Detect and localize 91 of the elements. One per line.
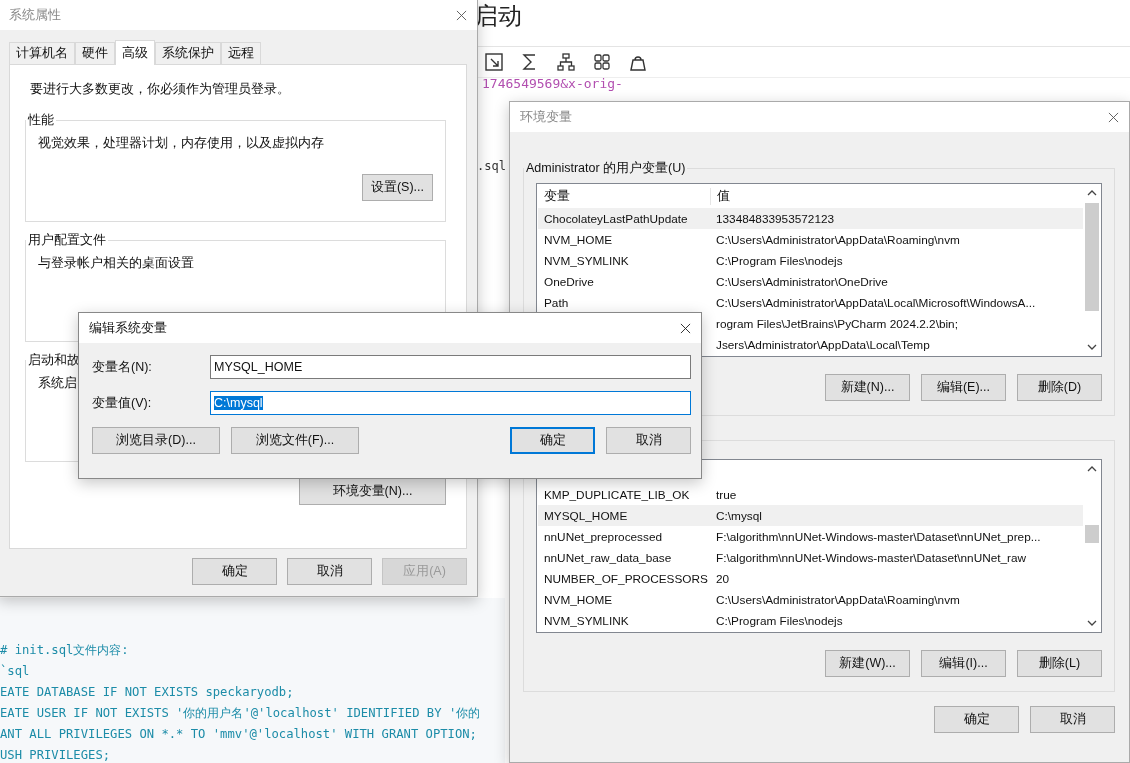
group-description: 视觉效果，处理器计划，内存使用，以及虚拟内存 [38,135,325,152]
dialog-button[interactable]: 确定 [934,706,1019,733]
table-row[interactable]: ChocolateyLastPathUpdate 133484833953572123 [538,208,1083,229]
field-label: 变量值(V): [92,394,153,412]
group-title: 用户配置文件 [27,232,107,249]
browse-button[interactable]: 浏览文件(F)... [231,427,359,454]
environment-variables-button[interactable]: 环境变量(N)... [299,478,446,505]
tab[interactable]: 高级 [115,40,155,65]
variable-name: NUMBER_OF_PROCESSORS [544,571,708,586]
window-title: 编辑系统变量 [89,319,167,337]
variable-name: MYSQL_HOME [544,508,628,523]
notice-text: 要进行大多数更改，你必须作为管理员登录。 [30,81,291,98]
variable-name: NVM_HOME [544,592,613,607]
variable-value: C:\Users\Administrator\OneDrive [716,274,888,289]
variable-name: Path [544,295,569,310]
group-description: 系统启 [38,375,78,392]
dialog-button[interactable]: 取消 [1030,706,1115,733]
variable-name: ChocolateyLastPathUpdate [544,211,688,226]
table-action-button[interactable]: 删除(L) [1017,650,1102,677]
variable-value: 133484833953572123 [716,211,835,226]
grid-icon[interactable] [592,52,612,72]
variable-value: C:\Program Files\nodejs [716,613,843,628]
table-row[interactable]: nnUNet_raw_data_base F:\algorithm\nnUNet-Windows-master\Dataset\nnUNet_raw [538,547,1083,568]
tab[interactable]: 系统保护 [155,42,221,64]
variable-name: KMP_DUPLICATE_LIB_OK [544,487,690,502]
close-icon[interactable] [456,9,467,21]
variable-name: nnUNet_preprocessed [544,529,663,544]
variable-name: NVM_SYMLINK [544,253,629,268]
input-field[interactable]: C:\mysql [210,391,691,415]
table-row[interactable]: MYSQL_HOME C:\mysql [538,505,1083,526]
table-row[interactable]: NVM_SYMLINK C:\Program Files\nodejs [538,610,1083,631]
variable-value: rogram Files\JetBrains\PyCharm 2024.2.2\bin; [716,316,958,331]
field-label: 变量名(N): [92,358,153,376]
expand-icon[interactable] [484,52,504,72]
table-action-button[interactable]: 新建(N)... [825,374,910,401]
dialog-button[interactable]: 确定 [510,427,595,454]
column-header[interactable]: 值 [711,187,730,205]
table-action-button[interactable]: 编辑(E)... [921,374,1006,401]
table-row[interactable]: KMP_DUPLICATE_LIB_OK true [538,484,1083,505]
code-line: USH PRIVILEGES; [0,747,111,763]
table-row[interactable]: NVM_HOME C:\Users\Administrator\AppData\Roaming\nvm [538,229,1083,250]
code-line: EATE DATABASE IF NOT EXISTS speckaryodb; [0,684,294,701]
variable-value: 20 [716,571,730,586]
table-action-button[interactable]: 编辑(I)... [921,650,1006,677]
table-row[interactable]: Path C:\Users\Administrator\AppData\Local\Microsoft\WindowsA... [538,292,1083,313]
close-icon[interactable] [680,322,691,334]
variable-value: C:\Program Files\nodejs [716,253,843,268]
column-header[interactable]: 变量 [538,187,711,205]
table-row[interactable]: nnUNet_preprocessed F:\algorithm\nnUNet-Windows-master\Dataset\nnUNet_prep... [538,526,1083,547]
group-title: Administrator 的用户变量(U) [525,160,687,177]
hierarchy-icon[interactable] [556,52,576,72]
window-title: 系统属性 [9,6,61,24]
variable-value: C:\mysql [716,508,762,523]
variable-name: NVM_HOME [544,232,613,247]
table-row[interactable]: OneDrive C:\Users\Administrator\OneDrive [538,271,1083,292]
group-description: 与登录帐户相关的桌面设置 [38,255,195,272]
tab[interactable]: 远程 [221,42,261,64]
variable-name: nnUNet_raw_data_base [544,550,672,565]
variable-value: C:\Users\Administrator\AppData\Roaming\nvm [716,592,960,607]
code-line: # init.sql文件内容: [0,642,129,659]
variable-value: Jsers\Administrator\AppData\Local\Temp [716,337,930,352]
window-title: 环境变量 [520,108,572,126]
table-row[interactable]: NVM_SYMLINK C:\Program Files\nodejs [538,250,1083,271]
variable-value: F:\algorithm\nnUNet-Windows-master\Dataset\nnUNet_prep... [716,529,1041,544]
page-heading: 启动 [474,1,522,31]
tab[interactable]: 计算机名 [9,42,75,64]
variable-value: true [716,487,737,502]
close-icon[interactable] [1108,111,1119,123]
dialog-button[interactable]: 取消 [287,558,372,585]
dialog-button[interactable]: 确定 [192,558,277,585]
variable-name: OneDrive [544,274,594,289]
url-text: 1746549569&x-orig- [482,76,623,91]
tab[interactable]: 硬件 [75,42,115,64]
code-text: .sql [477,159,506,173]
settings-button[interactable]: 设置(S)... [361,174,433,201]
code-line: ANT ALL PRIVILEGES ON *.* TO 'mmv'@'localhost' WITH GRANT OPTION; [0,726,477,743]
browse-button[interactable]: 浏览目录(D)... [92,427,220,454]
table-row[interactable]: NUMBER_OF_PROCESSORS 20 [538,568,1083,589]
variable-value: C:\Users\Administrator\AppData\Local\Microsoft\WindowsA... [716,295,1036,310]
table-action-button[interactable]: 新建(W)... [825,650,910,677]
dialog-button[interactable]: 取消 [606,427,691,454]
group-title: 性能 [27,112,55,129]
group-title: 启动和故 [27,352,81,369]
code-line: EATE USER IF NOT EXISTS '你的用户名'@'localhost' IDENTIFIED BY '你的 [0,705,481,722]
code-line: `sql [0,663,30,680]
variable-value: C:\Users\Administrator\AppData\Roaming\nvm [716,232,960,247]
variable-value: F:\algorithm\nnUNet-Windows-master\Dataset\nnUNet_raw [716,550,1027,565]
variable-name: NVM_SYMLINK [544,613,629,628]
table-row[interactable]: NVM_HOME C:\Users\Administrator\AppData\Roaming\nvm [538,589,1083,610]
input-field[interactable]: MYSQL_HOME [210,355,691,379]
table-action-button[interactable]: 删除(D) [1017,374,1102,401]
